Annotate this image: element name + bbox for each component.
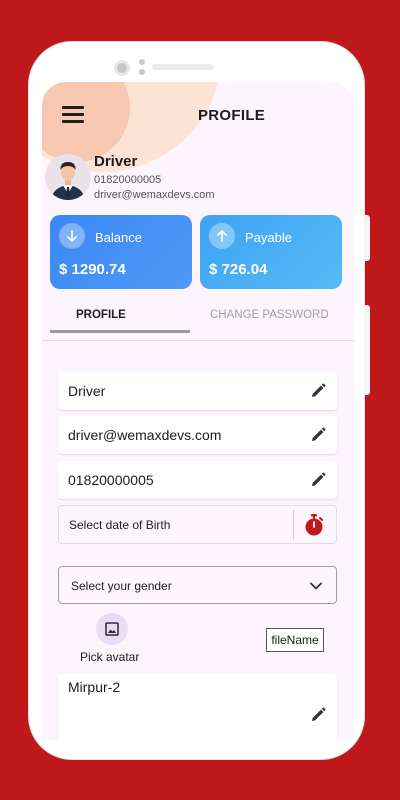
balance-value: $ 1290.74 [59,261,126,278]
user-phone: 01820000005 [94,174,162,186]
tab-change-password[interactable]: CHANGE PASSWORD [210,309,329,321]
arrow-down-icon [59,223,85,249]
payable-label: Payable [245,230,292,245]
name-value: Driver [68,383,106,399]
payable-value: $ 726.04 [209,261,268,278]
app-screen: PROFILE Driver 01820000005 driver@wemaxd… [42,82,354,740]
pick-avatar-label: Pick avatar [80,650,140,664]
timer-icon[interactable] [303,513,325,537]
tab-indicator [50,330,190,333]
email-field[interactable]: driver@wemaxdevs.com [58,416,337,454]
email-value: driver@wemaxdevs.com [68,427,222,443]
edit-phone-icon[interactable] [309,471,327,489]
camera-icon [114,60,130,76]
sensor-dot [139,59,145,65]
phone-value: 01820000005 [68,472,154,488]
image-icon [105,622,119,636]
gender-placeholder: Select your gender [71,579,172,593]
gender-select[interactable]: Select your gender [58,566,337,604]
edit-name-icon[interactable] [309,382,327,400]
page-title: PROFILE [198,107,266,124]
user-name: Driver [94,153,138,170]
pick-avatar-button[interactable] [96,613,128,645]
user-email: driver@wemaxdevs.com [94,189,215,201]
tab-profile[interactable]: PROFILE [76,309,126,321]
sensor-dot [139,69,145,75]
edit-address-icon[interactable] [309,706,327,724]
name-field[interactable]: Driver [58,372,337,410]
balance-card[interactable]: Balance $ 1290.74 [50,215,192,289]
hamburger-menu-icon[interactable] [62,106,84,124]
balance-label: Balance [95,230,142,245]
phone-side-button [364,215,370,261]
chevron-down-icon [310,582,322,590]
divider [293,510,294,540]
arrow-up-icon [209,223,235,249]
dob-placeholder: Select date of Birth [69,518,171,532]
phone-field[interactable]: 01820000005 [58,461,337,499]
address-field[interactable]: Mirpur-2 [58,674,337,740]
date-of-birth-picker[interactable]: Select date of Birth [58,505,337,544]
driver-avatar [45,154,91,200]
phone-side-button [364,305,370,395]
edit-email-icon[interactable] [309,426,327,444]
file-name-box: fileName [266,628,324,652]
payable-card[interactable]: Payable $ 726.04 [200,215,342,289]
address-value: Mirpur-2 [68,679,121,695]
tab-divider [42,340,354,341]
speaker-grille [152,64,214,70]
